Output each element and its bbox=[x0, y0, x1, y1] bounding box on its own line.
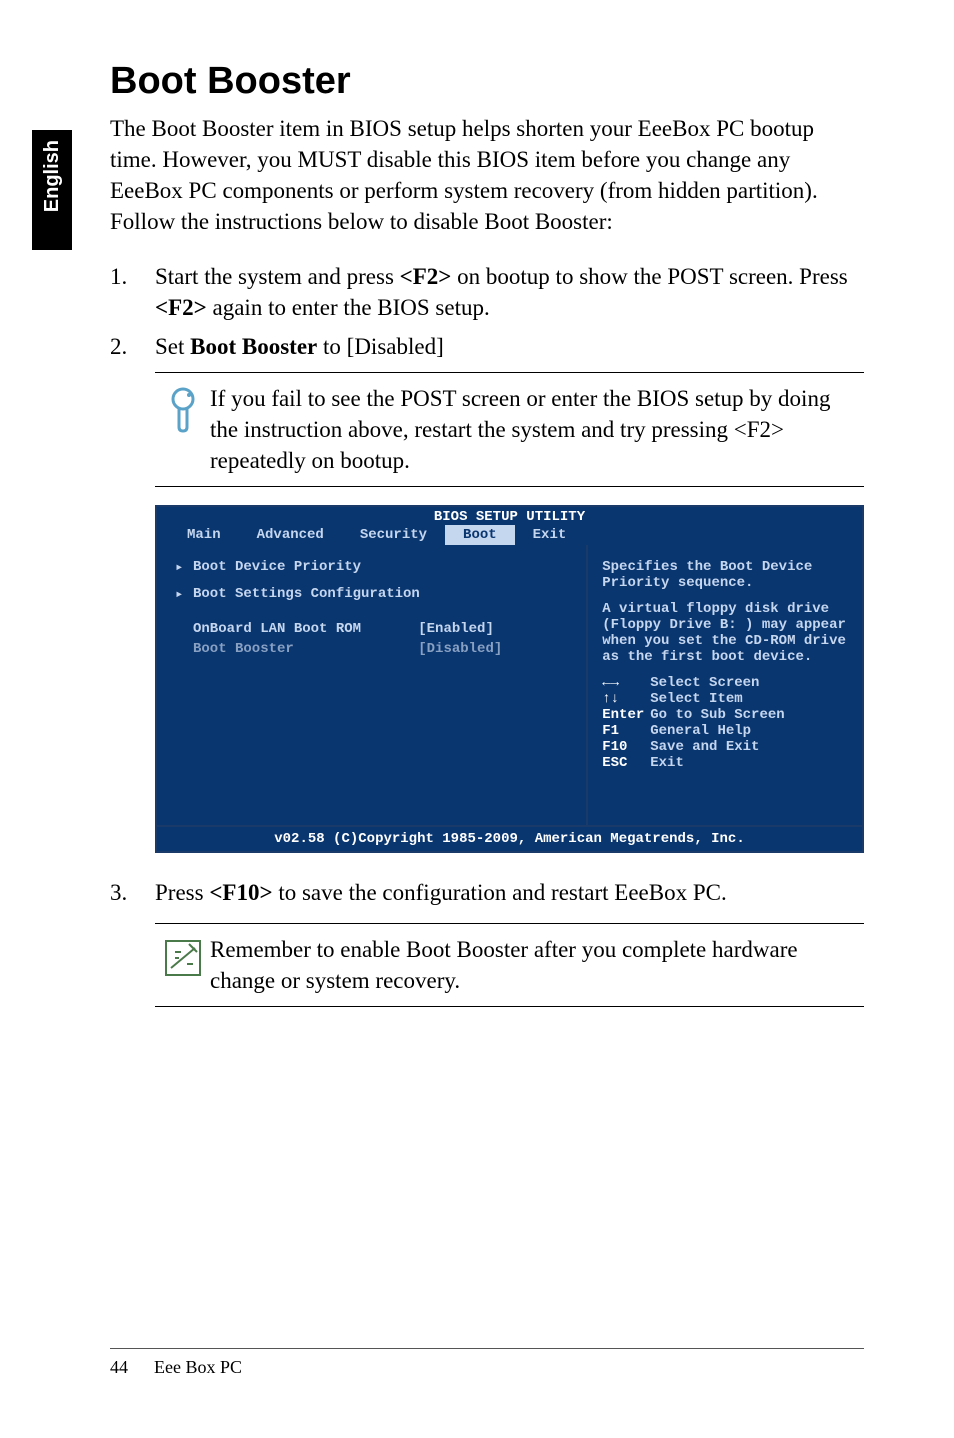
bios-help-1: Specifies the Boot Device Priority seque… bbox=[602, 559, 848, 591]
step-3-text: Press <F10> to save the configuration an… bbox=[155, 877, 727, 908]
steps-list: 1. Start the system and press <F2> on bo… bbox=[110, 261, 864, 362]
bios-nav-0-key: ←→ bbox=[602, 675, 650, 691]
bios-help-2: A virtual floppy disk drive (Floppy Driv… bbox=[602, 601, 848, 665]
step-1: 1. Start the system and press <F2> on bo… bbox=[110, 261, 864, 323]
language-tab: English bbox=[32, 130, 72, 250]
step-3-number: 3. bbox=[110, 877, 155, 908]
tip-icon bbox=[155, 383, 210, 476]
bios-nav-1-key: ↑↓ bbox=[602, 691, 650, 707]
bios-body: ▸ Boot Device Priority ▸ Boot Settings C… bbox=[157, 545, 862, 825]
step-2-post: to [Disabled] bbox=[317, 334, 443, 359]
bios-row1-label: Boot Device Priority bbox=[193, 559, 568, 576]
step-3-key: <F10> bbox=[209, 880, 272, 905]
bios-nav-5-key: ESC bbox=[602, 755, 650, 771]
note-icon bbox=[155, 934, 210, 996]
bios-title: BIOS SETUP UTILITY bbox=[157, 507, 862, 525]
bios-nav-3: F1General Help bbox=[602, 723, 848, 739]
chevron-icon: ▸ bbox=[175, 559, 193, 576]
bios-nav-4-key: F10 bbox=[602, 739, 650, 755]
spacer bbox=[175, 621, 193, 637]
language-tab-label: English bbox=[41, 140, 64, 212]
bios-right-panel: Specifies the Boot Device Priority seque… bbox=[586, 545, 862, 825]
bios-row3-label: OnBoard LAN Boot ROM bbox=[193, 621, 418, 637]
bios-nav-0: ←→Select Screen bbox=[602, 675, 848, 691]
bios-nav-4-label: Save and Exit bbox=[650, 739, 759, 755]
tip-block-1: If you fail to see the POST screen or en… bbox=[155, 372, 864, 487]
bios-footer: v02.58 (C)Copyright 1985-2009, American … bbox=[157, 825, 862, 851]
bios-left-panel: ▸ Boot Device Priority ▸ Boot Settings C… bbox=[157, 545, 586, 825]
bios-nav-2: EnterGo to Sub Screen bbox=[602, 707, 848, 723]
intro-paragraph: The Boot Booster item in BIOS setup help… bbox=[110, 113, 864, 237]
bios-tab-exit: Exit bbox=[515, 525, 585, 545]
bios-tab-boot: Boot bbox=[445, 525, 515, 545]
bios-nav-5: ESCExit bbox=[602, 755, 848, 771]
bios-row-boot-booster: Boot Booster [Disabled] bbox=[175, 641, 568, 657]
bios-nav-5-label: Exit bbox=[650, 755, 684, 771]
step-3-post: to save the configuration and restart Ee… bbox=[273, 880, 727, 905]
bios-row-boot-settings-config: ▸ Boot Settings Configuration bbox=[175, 586, 568, 603]
note-block-2: Remember to enable Boot Booster after yo… bbox=[155, 923, 864, 1007]
bios-row-onboard-lan: OnBoard LAN Boot ROM [Enabled] bbox=[175, 621, 568, 637]
bios-row2-label: Boot Settings Configuration bbox=[193, 586, 568, 603]
tip-1-text: If you fail to see the POST screen or en… bbox=[210, 383, 864, 476]
step-2-bold: Boot Booster bbox=[190, 334, 317, 359]
bios-nav-1: ↑↓Select Item bbox=[602, 691, 848, 707]
chevron-icon: ▸ bbox=[175, 586, 193, 603]
step-1-text: Start the system and press <F2> on bootu… bbox=[155, 261, 864, 323]
bios-row3-value: [Enabled] bbox=[418, 621, 568, 637]
product-name: Eee Box PC bbox=[154, 1357, 242, 1378]
step-1-number: 1. bbox=[110, 261, 155, 323]
step-1-pre: Start the system and press bbox=[155, 264, 400, 289]
step-2-number: 2. bbox=[110, 331, 155, 362]
bios-tab-main: Main bbox=[169, 525, 239, 545]
bios-tab-security: Security bbox=[342, 525, 445, 545]
bios-nav-0-label: Select Screen bbox=[650, 675, 759, 691]
page-footer: 44 Eee Box PC bbox=[110, 1348, 864, 1378]
step-1-mid: on bootup to show the POST screen. Press bbox=[451, 264, 847, 289]
step-3: 3. Press <F10> to save the configuration… bbox=[110, 877, 864, 908]
bios-nav-block: ←→Select Screen ↑↓Select Item EnterGo to… bbox=[602, 675, 848, 771]
bios-nav-3-label: General Help bbox=[650, 723, 751, 739]
step-3-pre: Press bbox=[155, 880, 209, 905]
bios-nav-3-key: F1 bbox=[602, 723, 650, 739]
step-1-key1: <F2> bbox=[400, 264, 452, 289]
bios-nav-2-label: Go to Sub Screen bbox=[650, 707, 784, 723]
bios-screenshot: BIOS SETUP UTILITY Main Advanced Securit… bbox=[155, 505, 864, 853]
bios-nav-4: F10Save and Exit bbox=[602, 739, 848, 755]
step-2: 2. Set Boot Booster to [Disabled] bbox=[110, 331, 864, 362]
bios-tabs: Main Advanced Security Boot Exit bbox=[157, 525, 862, 545]
bios-nav-2-key: Enter bbox=[602, 707, 650, 723]
bios-row4-value: [Disabled] bbox=[418, 641, 568, 657]
step-2-pre: Set bbox=[155, 334, 190, 359]
step-1-key2: <F2> bbox=[155, 295, 207, 320]
bios-row-boot-device-priority: ▸ Boot Device Priority bbox=[175, 559, 568, 576]
step-2-text: Set Boot Booster to [Disabled] bbox=[155, 331, 864, 362]
bios-tab-advanced: Advanced bbox=[239, 525, 342, 545]
page-number: 44 bbox=[110, 1357, 138, 1378]
bios-row4-label: Boot Booster bbox=[193, 641, 418, 657]
spacer bbox=[175, 641, 193, 657]
step-1-post: again to enter the BIOS setup. bbox=[207, 295, 490, 320]
page-title: Boot Booster bbox=[110, 60, 864, 103]
note-2-text: Remember to enable Boot Booster after yo… bbox=[210, 934, 864, 996]
bios-nav-1-label: Select Item bbox=[650, 691, 742, 707]
